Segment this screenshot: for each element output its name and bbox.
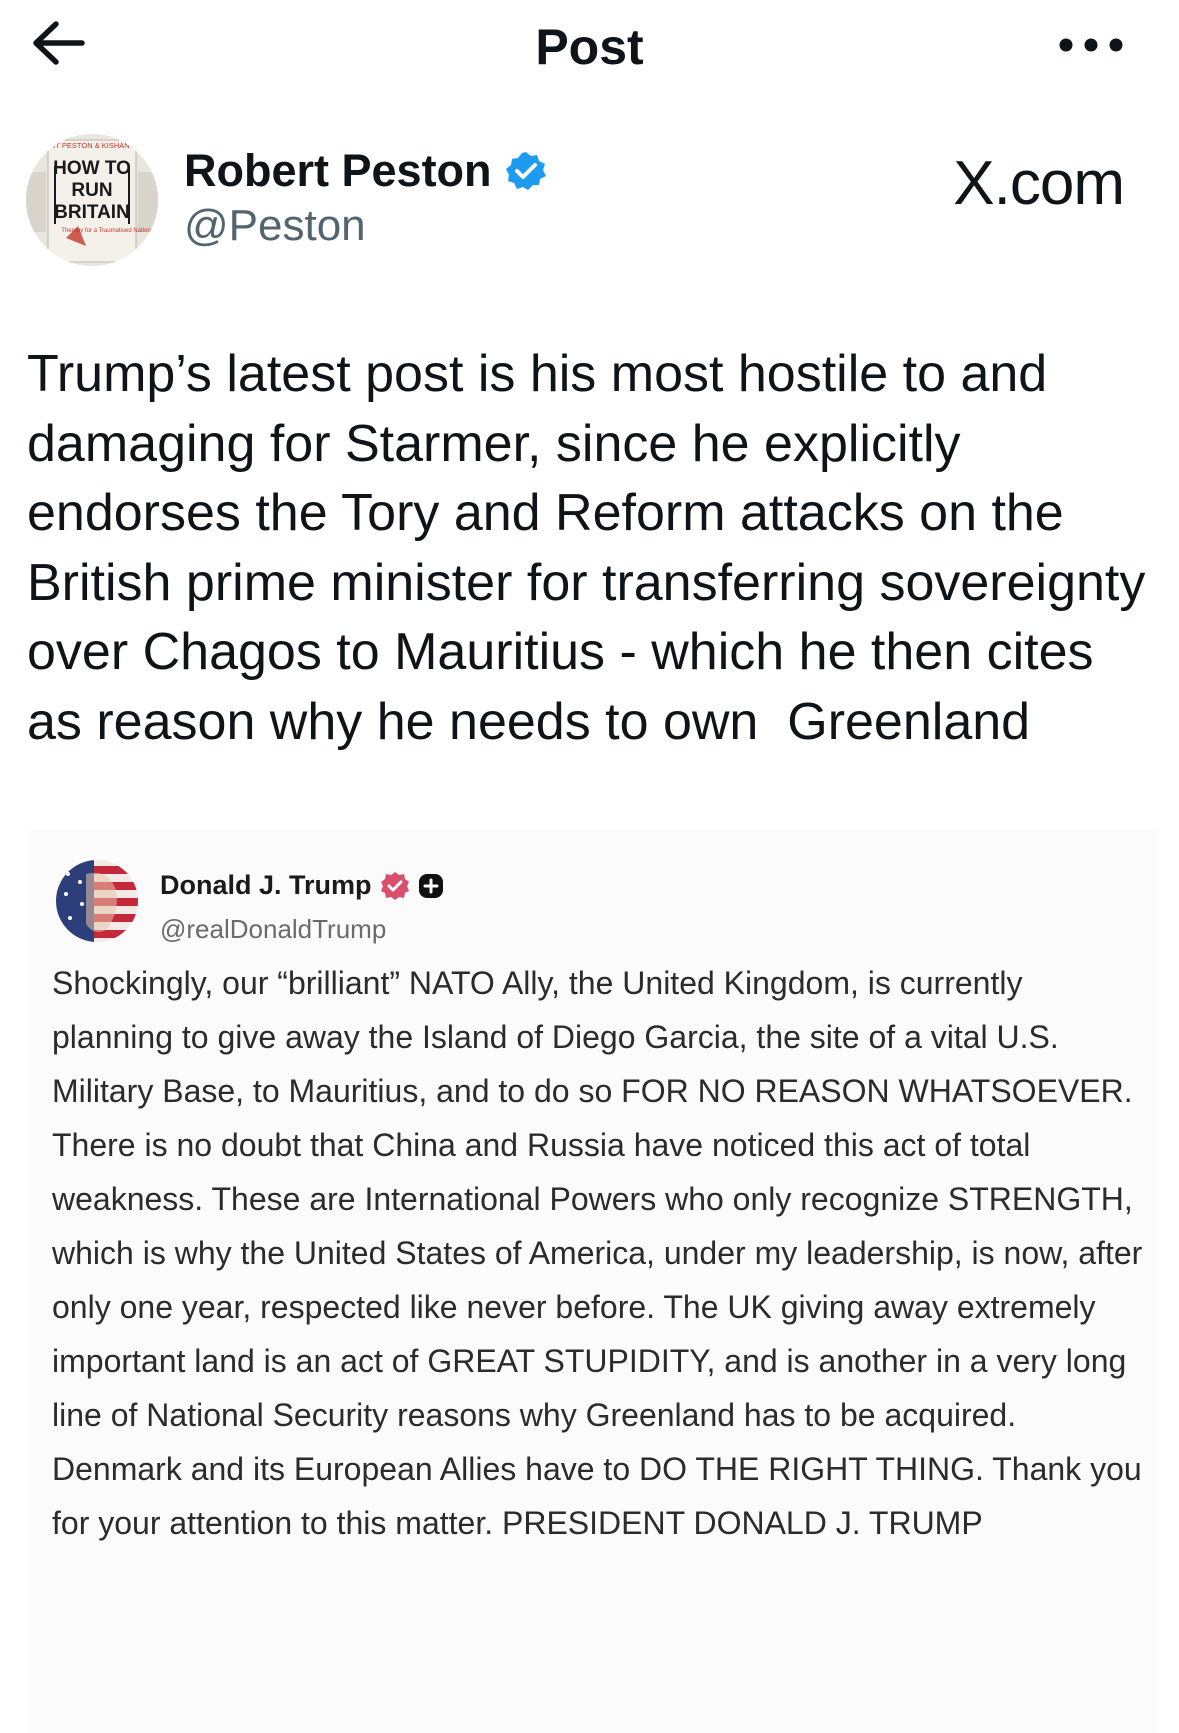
more-horizontal-icon — [1059, 38, 1123, 52]
post-text: Trump’s latest post is his most hostile … — [27, 345, 1160, 751]
embed-avatar — [56, 860, 138, 942]
book-title-line1: HOW TO — [53, 158, 131, 179]
plus-badge-icon — [418, 873, 443, 898]
book-cover-avatar-image: ROBERT PESTON & KISHAN KORIA HOW TO RUN … — [26, 134, 158, 266]
author-name-text: Robert Peston — [184, 145, 492, 196]
flag-portrait-avatar-image — [56, 860, 138, 942]
book-title-line2: RUN — [71, 180, 112, 201]
embed-verified-badge-icon — [380, 871, 409, 900]
more-options-button[interactable] — [1056, 30, 1126, 60]
author-handle[interactable]: @Peston — [184, 201, 366, 251]
book-title-line3: BRITAIN — [54, 202, 130, 223]
author-name[interactable]: Robert Peston — [184, 145, 546, 197]
source-label: X.com — [953, 149, 1125, 218]
embed-author-name: Donald J. Trump — [160, 870, 444, 901]
embed-author-name-text: Donald J. Trump — [160, 870, 372, 900]
book-authors-text: ROBERT PESTON & KISHAN KORIA — [29, 141, 155, 150]
embedded-post-screenshot[interactable]: Donald J. Trump @realDonaldTrump Shockin… — [28, 830, 1158, 1733]
avatar[interactable]: ROBERT PESTON & KISHAN KORIA HOW TO RUN … — [26, 134, 158, 266]
page-title: Post — [535, 19, 644, 75]
embed-post-text: Shockingly, our “brilliant” NATO Ally, t… — [52, 965, 1143, 1541]
verified-badge-icon — [505, 152, 546, 190]
embed-author-handle: @realDonaldTrump — [160, 914, 387, 944]
book-subtitle-text: Therapy for a Traumatised Nation — [61, 228, 150, 234]
top-bar: Post — [0, 0, 1179, 100]
